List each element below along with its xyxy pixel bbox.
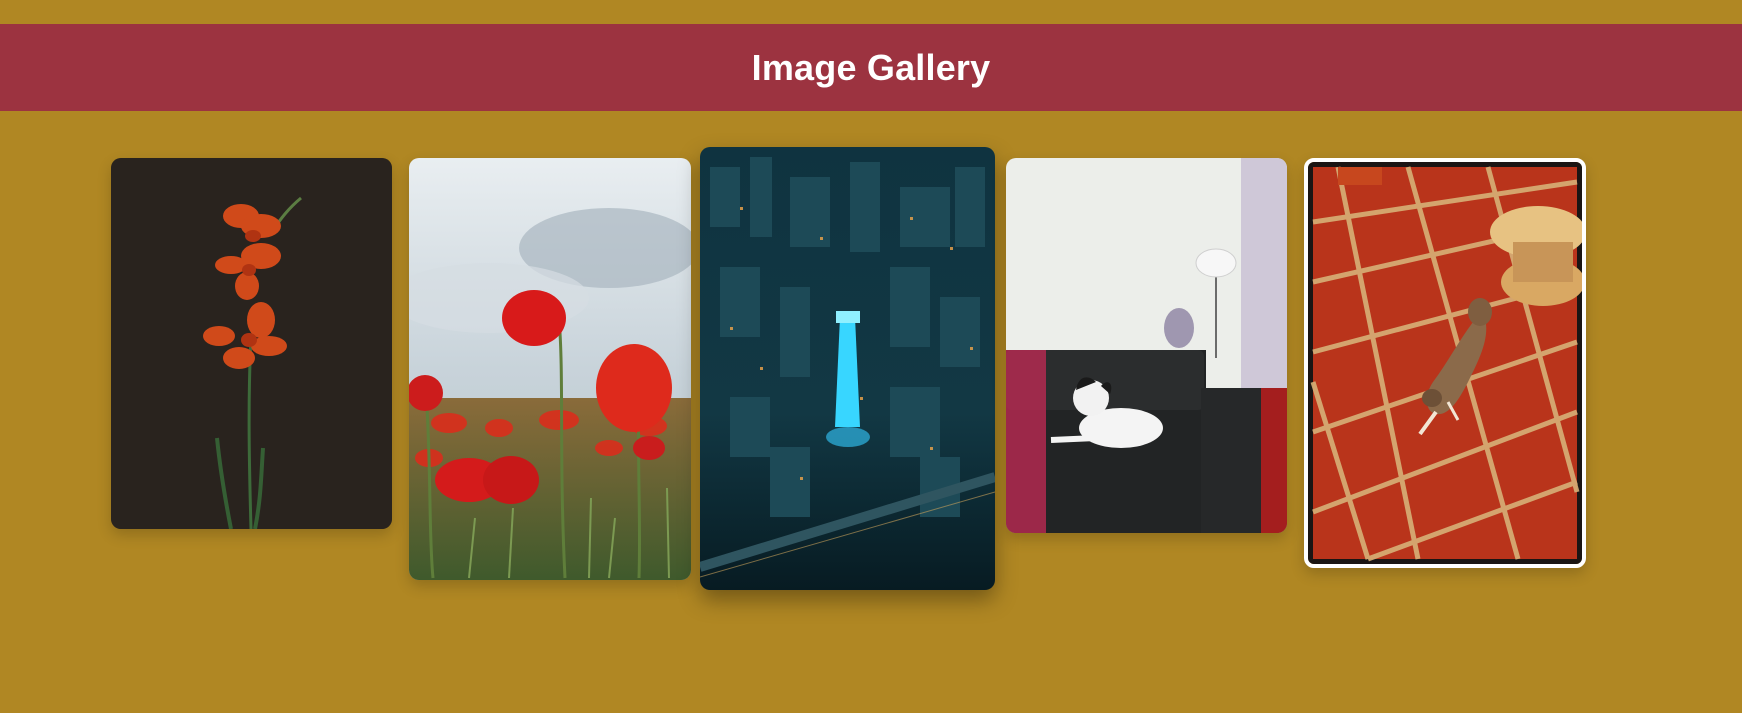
- gallery-image-cat[interactable]: [1304, 158, 1586, 568]
- gallery-image-city[interactable]: [700, 147, 995, 590]
- gallery-image-dog[interactable]: [1006, 158, 1287, 533]
- city-photo: [700, 147, 995, 590]
- poppies-photo: [409, 158, 691, 580]
- gallery-image-poppies[interactable]: [409, 158, 691, 580]
- gladiolus-photo: [111, 158, 392, 529]
- cat-photo: [1308, 162, 1582, 564]
- dog-photo: [1006, 158, 1287, 533]
- page-title: Image Gallery: [751, 46, 991, 88]
- gallery-header: Image Gallery: [0, 24, 1742, 111]
- gallery-image-gladiolus[interactable]: [111, 158, 392, 529]
